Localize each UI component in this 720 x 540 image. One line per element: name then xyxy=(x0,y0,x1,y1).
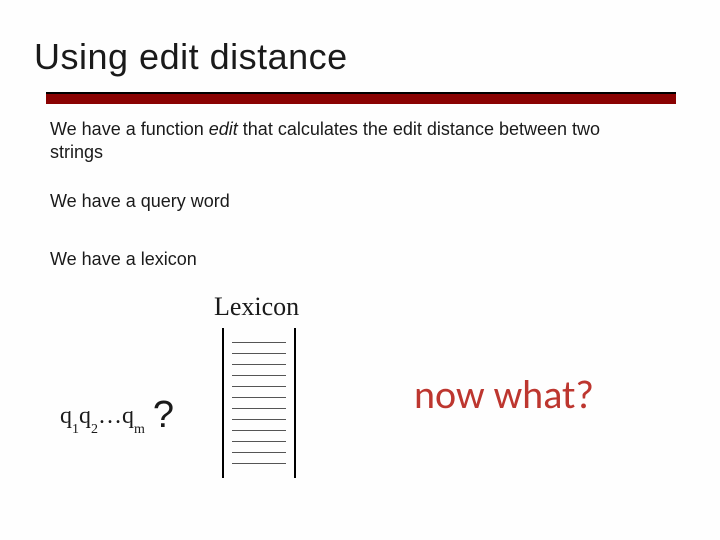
title-divider xyxy=(46,92,676,104)
lexicon-line xyxy=(232,452,286,453)
lexicon-line xyxy=(232,397,286,398)
body-line-2: We have a query word xyxy=(50,190,230,213)
lexicon-line xyxy=(232,375,286,376)
divider-bar xyxy=(46,94,676,104)
query-q2: q xyxy=(79,403,91,429)
callout-text: now what? xyxy=(414,370,594,419)
query-sub-1: 1 xyxy=(72,422,79,437)
body-line-1-emph: edit xyxy=(209,119,238,139)
query-word: q1q2…qm? xyxy=(60,394,174,437)
query-dots: … xyxy=(98,403,122,429)
slide-title: Using edit distance xyxy=(34,36,348,78)
lexicon-line xyxy=(232,342,286,343)
lexicon-box xyxy=(222,328,296,478)
query-qm: q xyxy=(122,403,134,429)
lexicon-line xyxy=(232,364,286,365)
body-line-3: We have a lexicon xyxy=(50,248,197,271)
query-q1: q xyxy=(60,403,72,429)
lexicon-line xyxy=(232,353,286,354)
body-line-1a: We have a function xyxy=(50,119,209,139)
question-mark: ? xyxy=(153,394,174,436)
lexicon-line xyxy=(232,430,286,431)
query-sub-m: m xyxy=(134,422,145,437)
lexicon-line xyxy=(232,463,286,464)
lexicon-line xyxy=(232,419,286,420)
lexicon-line xyxy=(232,408,286,409)
slide: Using edit distance We have a function e… xyxy=(0,0,720,540)
lexicon-label: Lexicon xyxy=(214,292,299,322)
lexicon-line xyxy=(232,386,286,387)
body-line-1: We have a function edit that calculates … xyxy=(50,118,650,163)
lexicon-line xyxy=(232,441,286,442)
query-sub-2: 2 xyxy=(91,422,98,437)
